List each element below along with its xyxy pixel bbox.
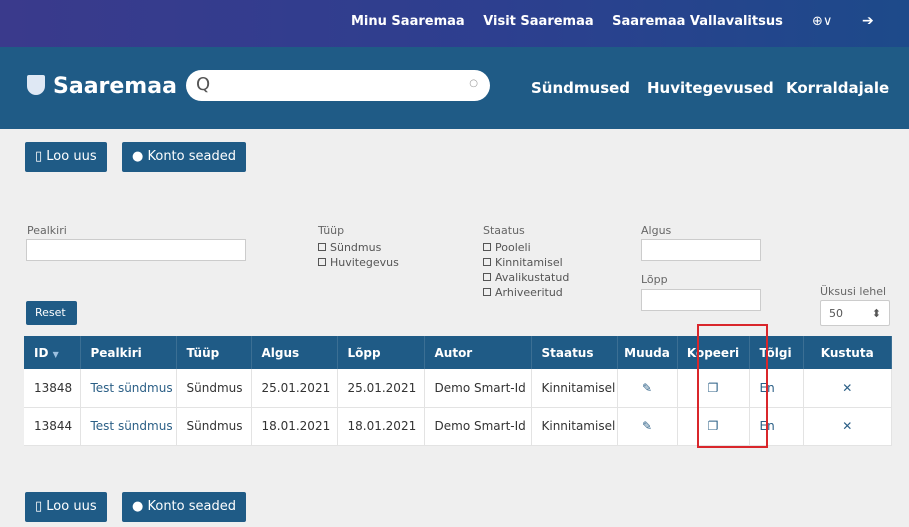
delete-x-icon[interactable]: ✕ xyxy=(803,407,892,446)
link-minu-saaremaa[interactable]: Minu Saaremaa xyxy=(351,14,465,29)
user-icon: ● xyxy=(132,499,144,514)
status-option-avalikustatud[interactable]: Avalikustatud xyxy=(483,271,569,284)
end-label: Lõpp xyxy=(641,273,668,286)
col-id[interactable]: ID ▼ xyxy=(24,336,81,369)
cell-status: Kinnitamisel xyxy=(531,369,618,408)
delete-x-icon[interactable]: ✕ xyxy=(803,369,892,408)
cell-author: Demo Smart-Id xyxy=(424,407,532,446)
edit-pencil-icon[interactable]: ✎ xyxy=(617,369,678,408)
file-icon: ▯ xyxy=(35,499,43,514)
top-links: Minu Saaremaa Visit Saaremaa Saaremaa Va… xyxy=(351,14,797,29)
nav-huvitegevused[interactable]: Huvitegevused xyxy=(647,79,774,97)
status-option-pooleli[interactable]: Pooleli xyxy=(483,241,531,254)
cell-start: 25.01.2021 xyxy=(251,369,338,408)
nav-sundmused[interactable]: Sündmused xyxy=(531,79,630,97)
main-header: Saaremaa Q ○ Sündmused Huvitegevused Kor… xyxy=(0,47,909,129)
type-label: Tüüp xyxy=(318,224,345,237)
col-pealkiri[interactable]: Pealkiri xyxy=(80,336,177,369)
link-visit-saaremaa[interactable]: Visit Saaremaa xyxy=(483,14,593,29)
cell-author: Demo Smart-Id xyxy=(424,369,532,408)
type-option-sundmus[interactable]: Sündmus xyxy=(318,241,381,254)
nav-korraldajale[interactable]: Korraldajale xyxy=(786,79,889,97)
brand-name: Saaremaa xyxy=(53,74,177,99)
select-arrow-icon: ⬍ xyxy=(871,307,881,320)
col-lopp[interactable]: Lõpp xyxy=(337,336,425,369)
per-page-label: Üksusi lehel xyxy=(820,285,887,298)
end-date-input[interactable] xyxy=(641,289,761,311)
file-icon: ▯ xyxy=(35,149,43,164)
status-label: Staatus xyxy=(483,224,525,237)
col-staatus[interactable]: Staatus xyxy=(531,336,618,369)
new-button-bottom[interactable]: ▯ Loo uus xyxy=(25,492,107,522)
status-option-arhiveeritud[interactable]: Arhiveeritud xyxy=(483,286,563,299)
cell-end: 25.01.2021 xyxy=(337,369,425,408)
logout-icon[interactable]: ➔ xyxy=(862,13,874,29)
shield-icon xyxy=(27,75,45,95)
start-date-input[interactable] xyxy=(641,239,761,261)
copy-column-highlight xyxy=(697,324,768,448)
per-page-select[interactable]: 50 ⬍ xyxy=(820,300,890,326)
account-settings-button[interactable]: ● Konto seaded xyxy=(122,142,246,172)
cell-end: 18.01.2021 xyxy=(337,407,425,446)
brand-logo[interactable]: Saaremaa xyxy=(27,74,177,99)
title-input[interactable] xyxy=(26,239,246,261)
top-bar: Minu Saaremaa Visit Saaremaa Saaremaa Va… xyxy=(0,0,909,47)
cell-type: Sündmus xyxy=(176,369,252,408)
cell-start: 18.01.2021 xyxy=(251,407,338,446)
type-option-huvitegevus[interactable]: Huvitegevus xyxy=(318,256,399,269)
col-algus[interactable]: Algus xyxy=(251,336,338,369)
search-input[interactable]: Q ○ xyxy=(186,70,490,101)
status-option-kinnitamisel[interactable]: Kinnitamisel xyxy=(483,256,563,269)
link-saaremaa-vallavalitsus[interactable]: Saaremaa Vallavalitsus xyxy=(612,14,783,29)
language-globe-icon[interactable]: ⊕∨ xyxy=(812,14,832,29)
user-icon: ● xyxy=(132,149,144,164)
reset-button[interactable]: Reset xyxy=(26,301,77,325)
edit-pencil-icon[interactable]: ✎ xyxy=(617,407,678,446)
cell-status: Kinnitamisel xyxy=(531,407,618,446)
account-settings-button-bottom[interactable]: ● Konto seaded xyxy=(122,492,246,522)
cell-title-link[interactable]: Test sündmus xyxy=(80,407,177,446)
cell-title-link[interactable]: Test sündmus xyxy=(80,369,177,408)
cell-id: 13848 xyxy=(24,369,81,408)
search-icon: Q xyxy=(196,74,211,95)
new-button[interactable]: ▯ Loo uus xyxy=(25,142,107,172)
col-tuup[interactable]: Tüüp xyxy=(176,336,252,369)
start-label: Algus xyxy=(641,224,672,237)
col-autor[interactable]: Autor xyxy=(424,336,532,369)
col-muuda: Muuda xyxy=(617,336,678,369)
title-label: Pealkiri xyxy=(27,224,67,237)
cell-id: 13844 xyxy=(24,407,81,446)
cell-type: Sündmus xyxy=(176,407,252,446)
col-kustuta: Kustuta xyxy=(803,336,892,369)
search-dot-icon: ○ xyxy=(469,78,478,89)
